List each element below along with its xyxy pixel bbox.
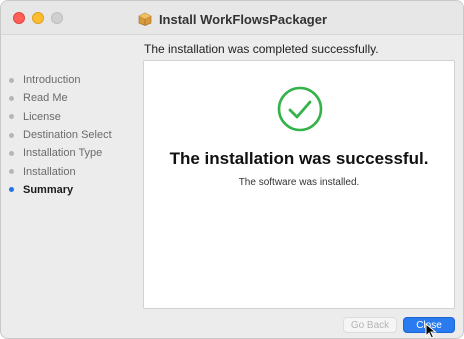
title-bar: Install WorkFlowsPackager	[1, 1, 463, 35]
step-dot	[9, 114, 14, 120]
go-back-button[interactable]: Go Back	[343, 317, 397, 333]
step-installation: Installation	[9, 162, 139, 180]
step-dot	[9, 132, 14, 138]
step-dot	[9, 150, 14, 156]
step-summary: Summary	[9, 181, 139, 199]
step-dot	[9, 169, 14, 175]
step-dot	[9, 77, 14, 83]
mouse-cursor-icon	[425, 323, 437, 338]
title-group: Install WorkFlowsPackager	[1, 10, 463, 28]
step-label: Summary	[23, 183, 74, 196]
step-label: License	[23, 110, 61, 123]
step-dot-active	[9, 187, 14, 193]
success-headline: The installation was successful.	[169, 149, 429, 168]
step-label: Destination Select	[23, 129, 112, 142]
step-dot	[9, 95, 14, 101]
installer-steps: Introduction Read Me License Destination…	[9, 71, 139, 199]
page-subtitle: The installation was completed successfu…	[144, 42, 379, 56]
step-label: Installation Type	[23, 147, 103, 160]
step-label: Read Me	[23, 92, 68, 105]
step-introduction: Introduction	[9, 71, 139, 89]
step-read-me: Read Me	[9, 89, 139, 107]
step-destination-select: Destination Select	[9, 126, 139, 144]
step-license: License	[9, 108, 139, 126]
content-panel: The installation was successful. The sof…	[143, 60, 455, 309]
step-label: Introduction	[23, 74, 81, 87]
step-installation-type: Installation Type	[9, 144, 139, 162]
success-message: The software was installed.	[238, 177, 360, 188]
window-title: Install WorkFlowsPackager	[158, 11, 328, 27]
package-icon	[138, 12, 152, 26]
installer-window: Install WorkFlowsPackager The installati…	[0, 0, 464, 339]
checkmark-circle-icon	[277, 86, 323, 132]
step-label: Installation	[23, 165, 76, 178]
